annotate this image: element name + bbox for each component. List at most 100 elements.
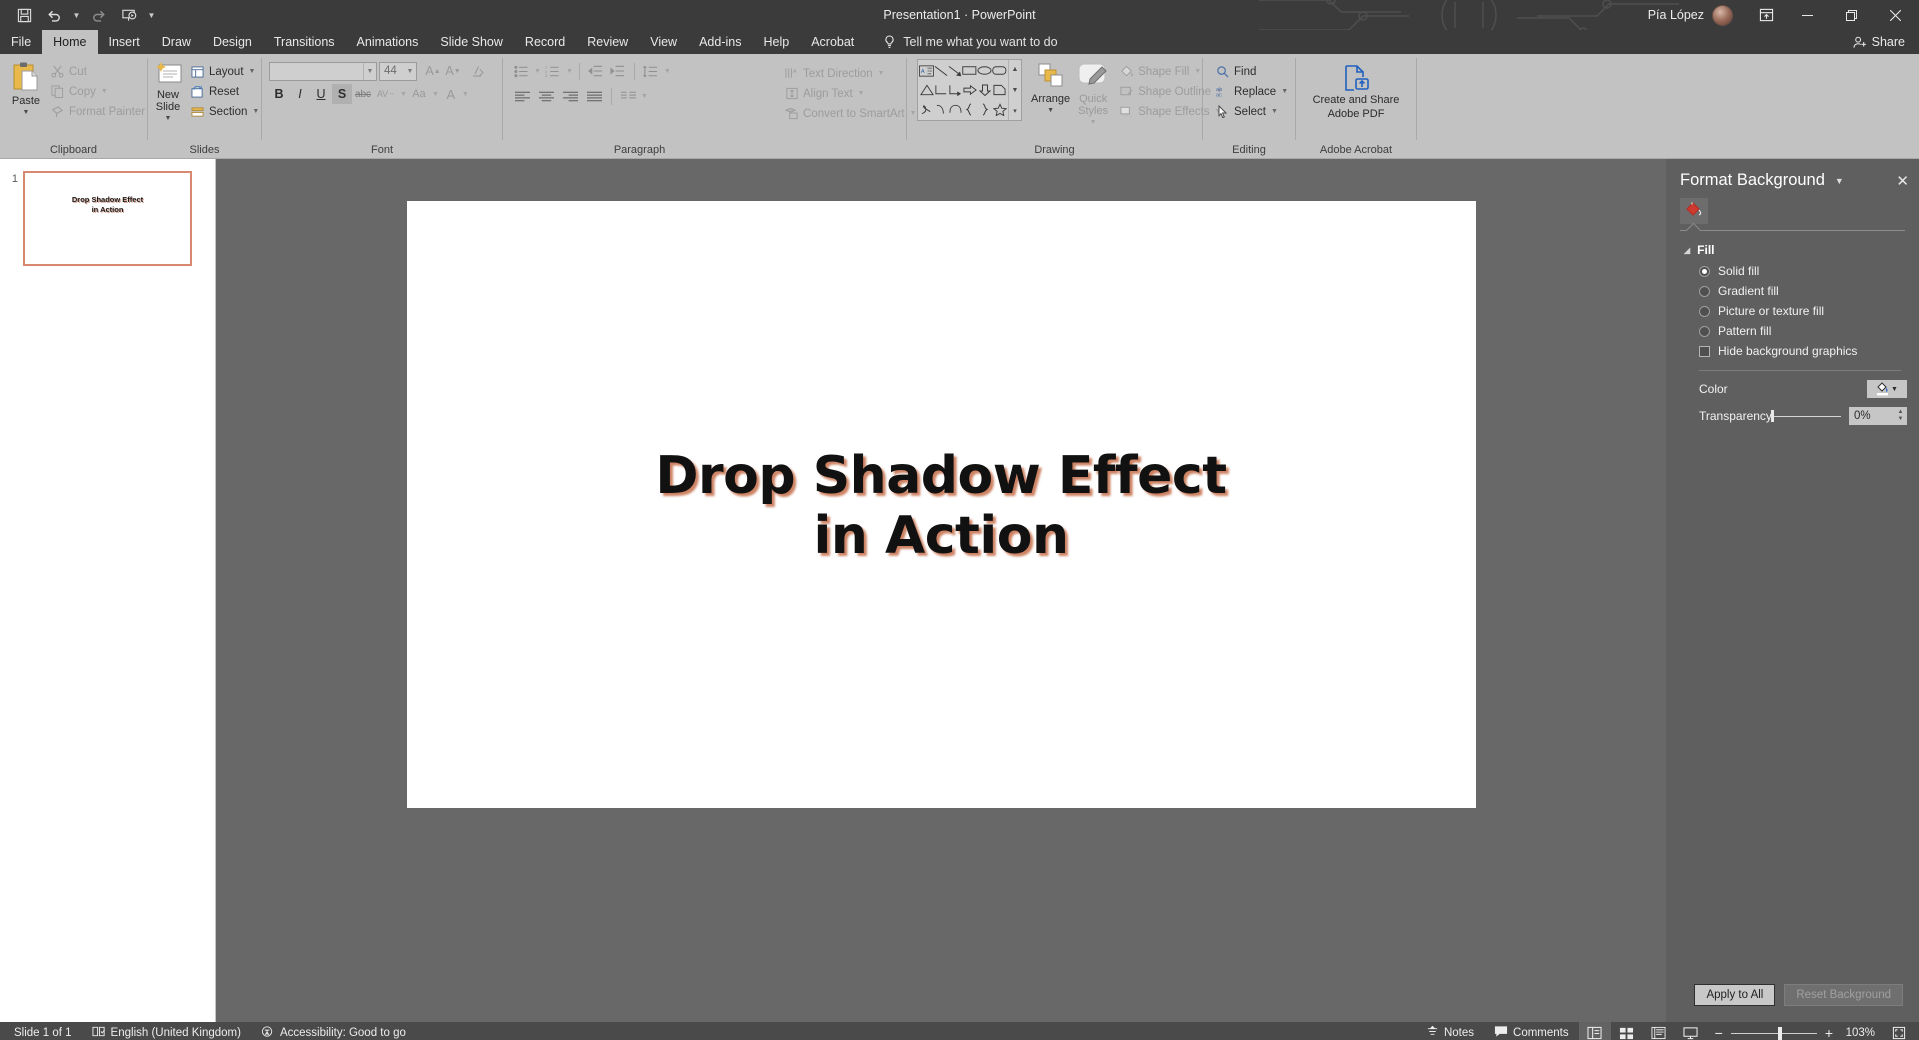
shape-triangle-icon[interactable]	[919, 80, 934, 99]
option-solid-fill[interactable]: Solid fill	[1666, 261, 1919, 281]
find-button[interactable]: Find	[1212, 62, 1291, 81]
create-and-share-adobe-pdf-button[interactable]: Create and Share Adobe PDF	[1313, 58, 1400, 121]
tab-transitions[interactable]: Transitions	[263, 30, 346, 54]
tab-help[interactable]: Help	[752, 30, 800, 54]
layout-caret[interactable]: ▼	[249, 68, 256, 75]
zoom-percent-label[interactable]: 103%	[1841, 1027, 1875, 1039]
tell-me-search[interactable]: Tell me what you want to do	[883, 30, 1057, 54]
shape-curve-icon[interactable]	[934, 100, 948, 119]
transparency-spinner[interactable]: 0% ▲▼	[1849, 407, 1907, 425]
save-icon[interactable]	[10, 3, 38, 27]
shape-pentagon-icon[interactable]	[992, 80, 1007, 99]
font-name-input[interactable]: ▼	[269, 62, 377, 81]
slide-title-line1[interactable]: Drop Shadow Effect	[655, 446, 1226, 506]
shape-textbox-icon[interactable]: A	[919, 61, 934, 80]
slide-editing-surface[interactable]: Drop Shadow Effect in Action	[407, 201, 1476, 808]
undo-icon[interactable]	[40, 3, 68, 27]
shapes-scroll-up-icon[interactable]: ▲	[1009, 60, 1021, 79]
slide-title-line2[interactable]: in Action	[814, 506, 1069, 566]
hide-background-graphics-checkbox[interactable]	[1699, 346, 1710, 357]
replace-button[interactable]: ab ac Replace ▼	[1212, 82, 1291, 101]
view-normal-button[interactable]	[1579, 1022, 1611, 1040]
select-caret[interactable]: ▼	[1271, 108, 1278, 115]
pattern-fill-radio[interactable]	[1699, 326, 1710, 337]
font-name-dropdown-caret[interactable]: ▼	[363, 63, 376, 80]
view-reading-button[interactable]	[1643, 1022, 1675, 1040]
shape-line-icon[interactable]	[934, 61, 948, 80]
zoom-in-button[interactable]: +	[1825, 1025, 1833, 1040]
italic-button[interactable]: I	[290, 84, 310, 104]
start-from-beginning-icon[interactable]	[115, 3, 143, 27]
reset-button[interactable]: Reset	[187, 82, 262, 101]
tab-slide-show[interactable]: Slide Show	[429, 30, 514, 54]
fit-slide-to-window-button[interactable]	[1883, 1022, 1915, 1040]
new-slide-caret[interactable]: ▼	[165, 113, 172, 125]
undo-dropdown-caret[interactable]: ▼	[70, 11, 83, 20]
shapes-more-icon[interactable]: ▾	[1009, 101, 1021, 120]
accessibility-indicator[interactable]: Accessibility: Good to go	[251, 1025, 416, 1040]
shape-elbow-connector-icon[interactable]	[934, 80, 948, 99]
tab-add-ins[interactable]: Add-ins	[688, 30, 752, 54]
shape-arrow-icon[interactable]	[948, 61, 962, 80]
collapse-triangle-icon[interactable]: ◢	[1684, 246, 1690, 255]
tab-view[interactable]: View	[639, 30, 688, 54]
paste-button[interactable]: Paste ▼	[11, 58, 41, 119]
fill-tab-icon[interactable]	[1680, 198, 1708, 224]
notes-button[interactable]: Notes	[1416, 1025, 1484, 1040]
bold-button[interactable]: B	[269, 84, 289, 104]
shape-left-brace-icon[interactable]	[962, 100, 977, 119]
tab-home[interactable]: Home	[42, 30, 97, 54]
account-name[interactable]: Pía López	[1648, 8, 1704, 22]
tab-record[interactable]: Record	[514, 30, 576, 54]
tab-review[interactable]: Review	[576, 30, 639, 54]
font-size-input[interactable]: 44 ▼	[379, 62, 417, 81]
close-button[interactable]	[1873, 0, 1917, 30]
view-slide-sorter-button[interactable]	[1611, 1022, 1643, 1040]
tab-animations[interactable]: Animations	[346, 30, 430, 54]
picture-fill-radio[interactable]	[1699, 306, 1710, 317]
option-gradient-fill[interactable]: Gradient fill	[1666, 281, 1919, 301]
align-left-button[interactable]	[511, 86, 533, 106]
restore-button[interactable]	[1829, 0, 1873, 30]
tab-draw[interactable]: Draw	[151, 30, 202, 54]
text-shadow-button[interactable]: S	[332, 84, 352, 104]
shapes-gallery-scrollbar[interactable]: ▲ ▼ ▾	[1008, 60, 1021, 120]
color-picker-button[interactable]: ▼	[1867, 380, 1907, 398]
section-button[interactable]: Section ▼	[187, 102, 262, 121]
transparency-spinner-arrows[interactable]: ▲▼	[1894, 409, 1907, 423]
shape-down-arrow-icon[interactable]	[977, 80, 992, 99]
tab-acrobat[interactable]: Acrobat	[800, 30, 865, 54]
option-picture-or-texture-fill[interactable]: Picture or texture fill	[1666, 301, 1919, 321]
option-hide-background-graphics[interactable]: Hide background graphics	[1666, 341, 1919, 361]
zoom-control[interactable]: − + 103%	[1707, 1025, 1883, 1040]
replace-caret[interactable]: ▼	[1281, 88, 1288, 95]
arrange-caret[interactable]: ▼	[1047, 105, 1054, 117]
gradient-fill-radio[interactable]	[1699, 286, 1710, 297]
option-pattern-fill[interactable]: Pattern fill	[1666, 321, 1919, 341]
shape-star-icon[interactable]	[992, 100, 1007, 119]
avatar[interactable]	[1712, 5, 1733, 26]
slide-thumbnail-pane[interactable]: 1 Drop Shadow Effect in Action	[0, 159, 216, 1022]
align-right-button[interactable]	[559, 86, 581, 106]
slide-count-indicator[interactable]: Slide 1 of 1	[4, 1027, 82, 1039]
solid-fill-radio[interactable]	[1699, 266, 1710, 277]
quick-access-toolbar[interactable]: ▼ ▼	[0, 3, 158, 27]
justify-button[interactable]	[583, 86, 605, 106]
layout-button[interactable]: Layout ▼	[187, 62, 262, 81]
zoom-slider-thumb[interactable]	[1778, 1027, 1782, 1040]
shape-elbow-arrow-icon[interactable]	[948, 80, 962, 99]
shapes-gallery[interactable]: A	[917, 59, 1022, 121]
arrange-button[interactable]: Arrange ▼	[1031, 58, 1070, 117]
minimize-button[interactable]	[1785, 0, 1829, 30]
tab-design[interactable]: Design	[202, 30, 263, 54]
language-indicator[interactable]: English (United Kingdom)	[82, 1025, 251, 1040]
customize-qat-caret[interactable]: ▼	[145, 11, 158, 20]
tab-insert[interactable]: Insert	[98, 30, 151, 54]
transparency-slider[interactable]	[1771, 409, 1843, 423]
shape-arc-icon[interactable]	[948, 100, 962, 119]
section-caret[interactable]: ▼	[252, 108, 259, 115]
view-slideshow-button[interactable]	[1675, 1022, 1707, 1040]
slide-thumbnail-1[interactable]: Drop Shadow Effect in Action	[23, 171, 192, 266]
shape-oval-icon[interactable]	[977, 61, 992, 80]
comments-button[interactable]: Comments	[1484, 1025, 1579, 1040]
